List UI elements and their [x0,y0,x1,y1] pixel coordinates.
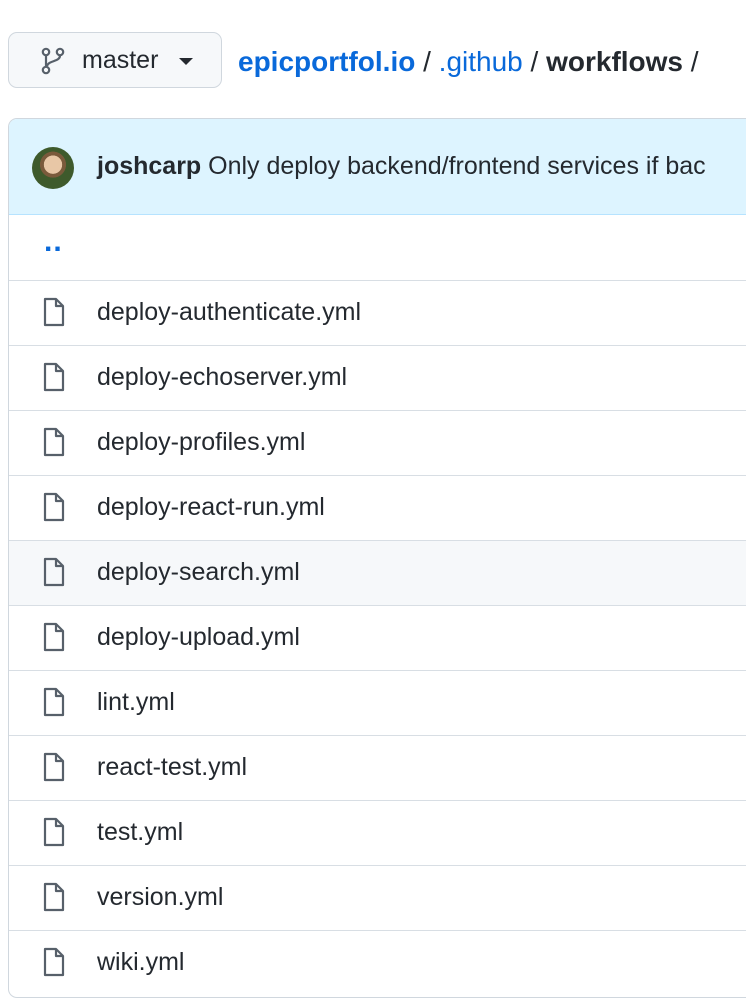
file-link[interactable]: deploy-echoserver.yml [97,363,347,392]
file-link[interactable]: test.yml [97,818,183,847]
file-icon [43,687,65,717]
avatar[interactable] [32,147,74,189]
file-icon [43,882,65,912]
file-icon [43,297,65,327]
commit-message-link[interactable]: Only deploy backend/frontend services if… [201,152,706,180]
file-icon [43,622,65,652]
file-link[interactable]: deploy-search.yml [97,558,300,587]
git-branch-icon [41,47,65,75]
file-link[interactable]: deploy-authenticate.yml [97,298,361,327]
breadcrumb: epicportfol.io / .github / workflows / [238,44,699,80]
file-icon [43,947,65,977]
file-link[interactable]: react-test.yml [97,753,247,782]
file-row[interactable]: lint.yml [9,670,746,735]
file-row[interactable]: deploy-profiles.yml [9,410,746,475]
file-link[interactable]: wiki.yml [97,948,185,977]
branch-label: master [82,46,159,74]
caret-down-icon [179,58,193,65]
breadcrumb-repo-link[interactable]: epicportfol.io [238,46,415,77]
file-navigation: master epicportfol.io / .github / workfl… [0,0,746,118]
file-row[interactable]: deploy-search.yml [9,540,746,605]
breadcrumb-separator: / [415,46,439,77]
file-icon [43,362,65,392]
file-icon [43,492,65,522]
commit-author-link[interactable]: joshcarp [97,152,201,180]
file-link[interactable]: deploy-react-run.yml [97,493,325,522]
breadcrumb-github-link[interactable]: .github [439,46,523,77]
breadcrumb-separator: / [522,46,547,77]
file-row[interactable]: version.yml [9,865,746,930]
file-row[interactable]: deploy-react-run.yml [9,475,746,540]
commit-text: joshcarp Only deploy backend/frontend se… [97,152,706,181]
parent-directory-row[interactable]: .. [9,215,746,280]
file-icon [43,427,65,457]
parent-directory-link[interactable]: .. [44,225,63,259]
file-row[interactable]: test.yml [9,800,746,865]
file-row[interactable]: react-test.yml [9,735,746,800]
file-row[interactable]: deploy-echoserver.yml [9,345,746,410]
branch-select-button[interactable]: master [8,32,222,88]
file-row[interactable]: deploy-authenticate.yml [9,280,746,345]
breadcrumb-separator: / [683,46,699,77]
file-icon [43,817,65,847]
file-link[interactable]: deploy-upload.yml [97,623,300,652]
file-link[interactable]: lint.yml [97,688,175,717]
file-list: joshcarp Only deploy backend/frontend se… [8,118,746,998]
file-icon [43,557,65,587]
latest-commit-bar: joshcarp Only deploy backend/frontend se… [9,119,746,215]
file-row[interactable]: deploy-upload.yml [9,605,746,670]
file-icon [43,752,65,782]
file-link[interactable]: version.yml [97,883,223,912]
file-link[interactable]: deploy-profiles.yml [97,428,305,457]
breadcrumb-current: workflows [546,46,684,77]
file-row[interactable]: wiki.yml [9,930,746,995]
